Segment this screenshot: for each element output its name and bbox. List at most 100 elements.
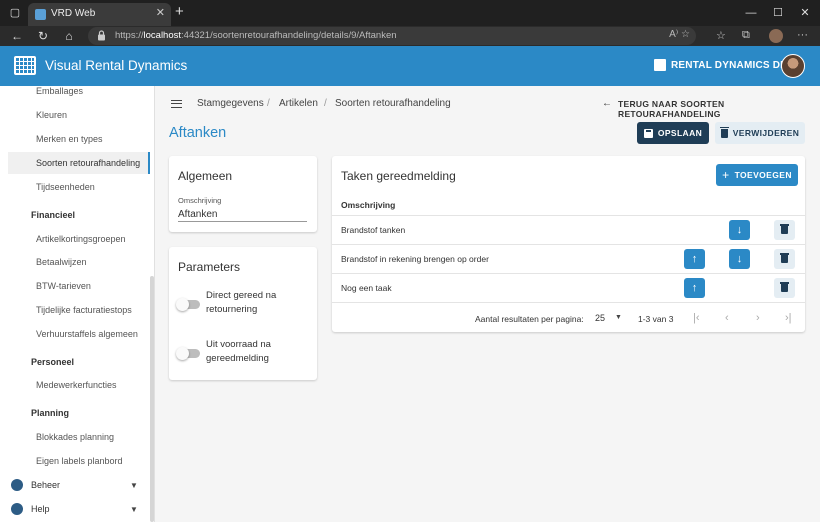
- home-icon[interactable]: ⌂: [61, 28, 77, 44]
- favorites-icon[interactable]: ☆: [716, 29, 726, 42]
- breadcrumb-separator: /: [324, 98, 327, 109]
- task-description: Nog een taak: [341, 283, 392, 293]
- sidebar-item-soorten-retourafhandeling[interactable]: Soorten retourafhandeling: [36, 158, 140, 168]
- browser-tabstrip: ▢ VRD Web ✕ + — ☐ ✕: [0, 0, 820, 26]
- menu-toggle-icon[interactable]: [171, 100, 182, 108]
- sidebar-item-blokkades-planning[interactable]: Blokkades planning: [36, 432, 114, 442]
- tab-close-icon[interactable]: ✕: [156, 6, 165, 19]
- tab-title: VRD Web: [51, 8, 96, 19]
- chevron-down-icon[interactable]: ▼: [130, 505, 138, 514]
- address-bar-row: ← ↻ ⌂ https://localhost:44321/soortenret…: [0, 26, 820, 46]
- sidebar-heading-financieel: Financieel: [31, 210, 76, 220]
- table-row: Brandstof tanken ↓: [332, 215, 805, 244]
- save-button[interactable]: OPSLAAN: [637, 122, 709, 144]
- sidebar: Emballages Kleuren Merken en types Soort…: [0, 86, 155, 522]
- sidebar-item-help[interactable]: Help: [31, 504, 50, 514]
- delete-row-button[interactable]: [774, 220, 795, 240]
- sidebar-item-eigen-labels[interactable]: Eigen labels planbord: [36, 456, 123, 466]
- description-input[interactable]: [178, 208, 307, 222]
- new-tab-button[interactable]: +: [175, 4, 184, 20]
- general-title: Algemeen: [178, 169, 233, 183]
- breadcrumb-artikelen[interactable]: Artikelen: [279, 98, 318, 109]
- main-content: Stamgegevens / Artikelen / Soorten retou…: [155, 86, 820, 522]
- task-description: Brandstof in rekening brengen op order: [341, 254, 489, 264]
- per-page-label: Aantal resultaten per pagina:: [475, 314, 584, 324]
- tasks-title: Taken gereedmelding: [341, 169, 456, 183]
- caret-down-icon[interactable]: ▼: [615, 314, 622, 321]
- back-to-list-link[interactable]: TERUG NAAR SOORTEN RETOURAFHANDELING: [618, 99, 820, 119]
- move-up-button[interactable]: ↑: [684, 249, 705, 269]
- arrow-left-icon[interactable]: ←: [602, 98, 612, 109]
- maximize-button[interactable]: ☐: [769, 4, 787, 22]
- toggle-knob: [176, 347, 189, 360]
- url-input[interactable]: https://localhost:44321/soortenretourafh…: [88, 27, 696, 45]
- previous-page-icon[interactable]: ‹: [725, 312, 729, 324]
- sidebar-item-facturatiestops[interactable]: Tijdelijke facturatiestops: [36, 305, 132, 315]
- toggle-direct-gereed-label: Direct gereed na retournering: [206, 290, 277, 315]
- sidebar-scrollbar[interactable]: [150, 276, 154, 522]
- sidebar-item-tijdseenheden[interactable]: Tijdseenheden: [36, 182, 95, 192]
- last-page-icon[interactable]: ›|: [785, 312, 792, 324]
- environment-label: RENTAL DYNAMICS DEV: [671, 60, 794, 71]
- toggle-uit-voorraad[interactable]: [176, 347, 200, 360]
- collections-icon[interactable]: ⧉: [742, 29, 750, 42]
- save-icon: [643, 128, 653, 138]
- per-page-select[interactable]: 25: [595, 313, 605, 323]
- sidebar-heading-planning: Planning: [31, 408, 69, 418]
- close-window-button[interactable]: ✕: [796, 4, 814, 22]
- arrow-up-icon: ↑: [691, 253, 698, 265]
- environment-icon: [654, 59, 666, 71]
- browser-profile-avatar[interactable]: [769, 29, 783, 43]
- lock-icon: [98, 30, 105, 41]
- general-card: Algemeen Omschrijving: [169, 156, 317, 232]
- browser-tab[interactable]: VRD Web ✕: [28, 3, 171, 26]
- chevron-down-icon[interactable]: ▼: [130, 481, 138, 490]
- move-up-button[interactable]: ↑: [684, 278, 705, 298]
- delete-row-button[interactable]: [774, 278, 795, 298]
- add-task-button[interactable]: + TOEVOEGEN: [716, 164, 798, 186]
- sidebar-item-merken-en-types[interactable]: Merken en types: [36, 134, 103, 144]
- plus-icon: +: [722, 168, 730, 182]
- sidebar-item-btw-tarieven[interactable]: BTW-tarieven: [36, 281, 91, 291]
- breadcrumb-current: Soorten retourafhandeling: [335, 98, 451, 109]
- back-arrow-icon[interactable]: ←: [9, 28, 25, 44]
- delete-row-button[interactable]: [774, 249, 795, 269]
- sidebar-item-beheer[interactable]: Beheer: [31, 480, 60, 490]
- calendar-logo-icon: [14, 56, 36, 75]
- table-row: Brandstof in rekening brengen op order ↑…: [332, 244, 805, 273]
- refresh-icon[interactable]: ↻: [35, 28, 51, 44]
- sidebar-heading-personeel: Personeel: [31, 357, 75, 367]
- toggle-direct-gereed[interactable]: [176, 298, 200, 311]
- breadcrumb-stamgegevens[interactable]: Stamgegevens: [197, 98, 264, 109]
- arrow-down-icon: ↓: [736, 224, 743, 236]
- lifebuoy-icon: [11, 503, 23, 515]
- parameters-title: Parameters: [178, 260, 241, 274]
- breadcrumb-separator: /: [267, 98, 270, 109]
- sidebar-item-betaalwijzen[interactable]: Betaalwijzen: [36, 257, 87, 267]
- move-down-button[interactable]: ↓: [729, 220, 750, 240]
- toggle-knob: [176, 298, 189, 311]
- table-row: Nog een taak ↑: [332, 273, 805, 302]
- sidebar-item-kleuren[interactable]: Kleuren: [36, 110, 67, 120]
- trash-icon: [780, 282, 789, 292]
- tasks-card: Taken gereedmelding + TOEVOEGEN Omschrij…: [332, 156, 805, 332]
- arrow-up-icon: ↑: [691, 282, 698, 294]
- window-menu-icon[interactable]: ▢: [6, 4, 24, 22]
- gear-icon: [11, 479, 23, 491]
- first-page-icon[interactable]: |‹: [693, 312, 700, 324]
- delete-button[interactable]: VERWIJDEREN: [715, 122, 805, 144]
- sidebar-item-emballages[interactable]: Emballages: [36, 86, 83, 96]
- sidebar-item-artikelkortingsgroepen[interactable]: Artikelkortingsgroepen: [36, 234, 126, 244]
- parameters-card: Parameters Direct gereed na retournering…: [169, 247, 317, 380]
- next-page-icon[interactable]: ›: [756, 312, 760, 324]
- more-menu-icon[interactable]: ···: [797, 29, 808, 41]
- minimize-button[interactable]: —: [742, 4, 760, 22]
- sidebar-item-verhuurstaffels[interactable]: Verhuurstaffels algemeen: [36, 329, 138, 339]
- move-down-button[interactable]: ↓: [729, 249, 750, 269]
- column-header-omschrijving: Omschrijving: [341, 200, 396, 210]
- sidebar-item-medewerkerfuncties[interactable]: Medewerkerfuncties: [36, 380, 117, 390]
- trash-icon: [780, 224, 789, 234]
- trash-icon: [780, 253, 789, 263]
- read-aloud-icon[interactable]: A⁾ ☆: [669, 29, 690, 40]
- user-avatar[interactable]: [781, 54, 805, 78]
